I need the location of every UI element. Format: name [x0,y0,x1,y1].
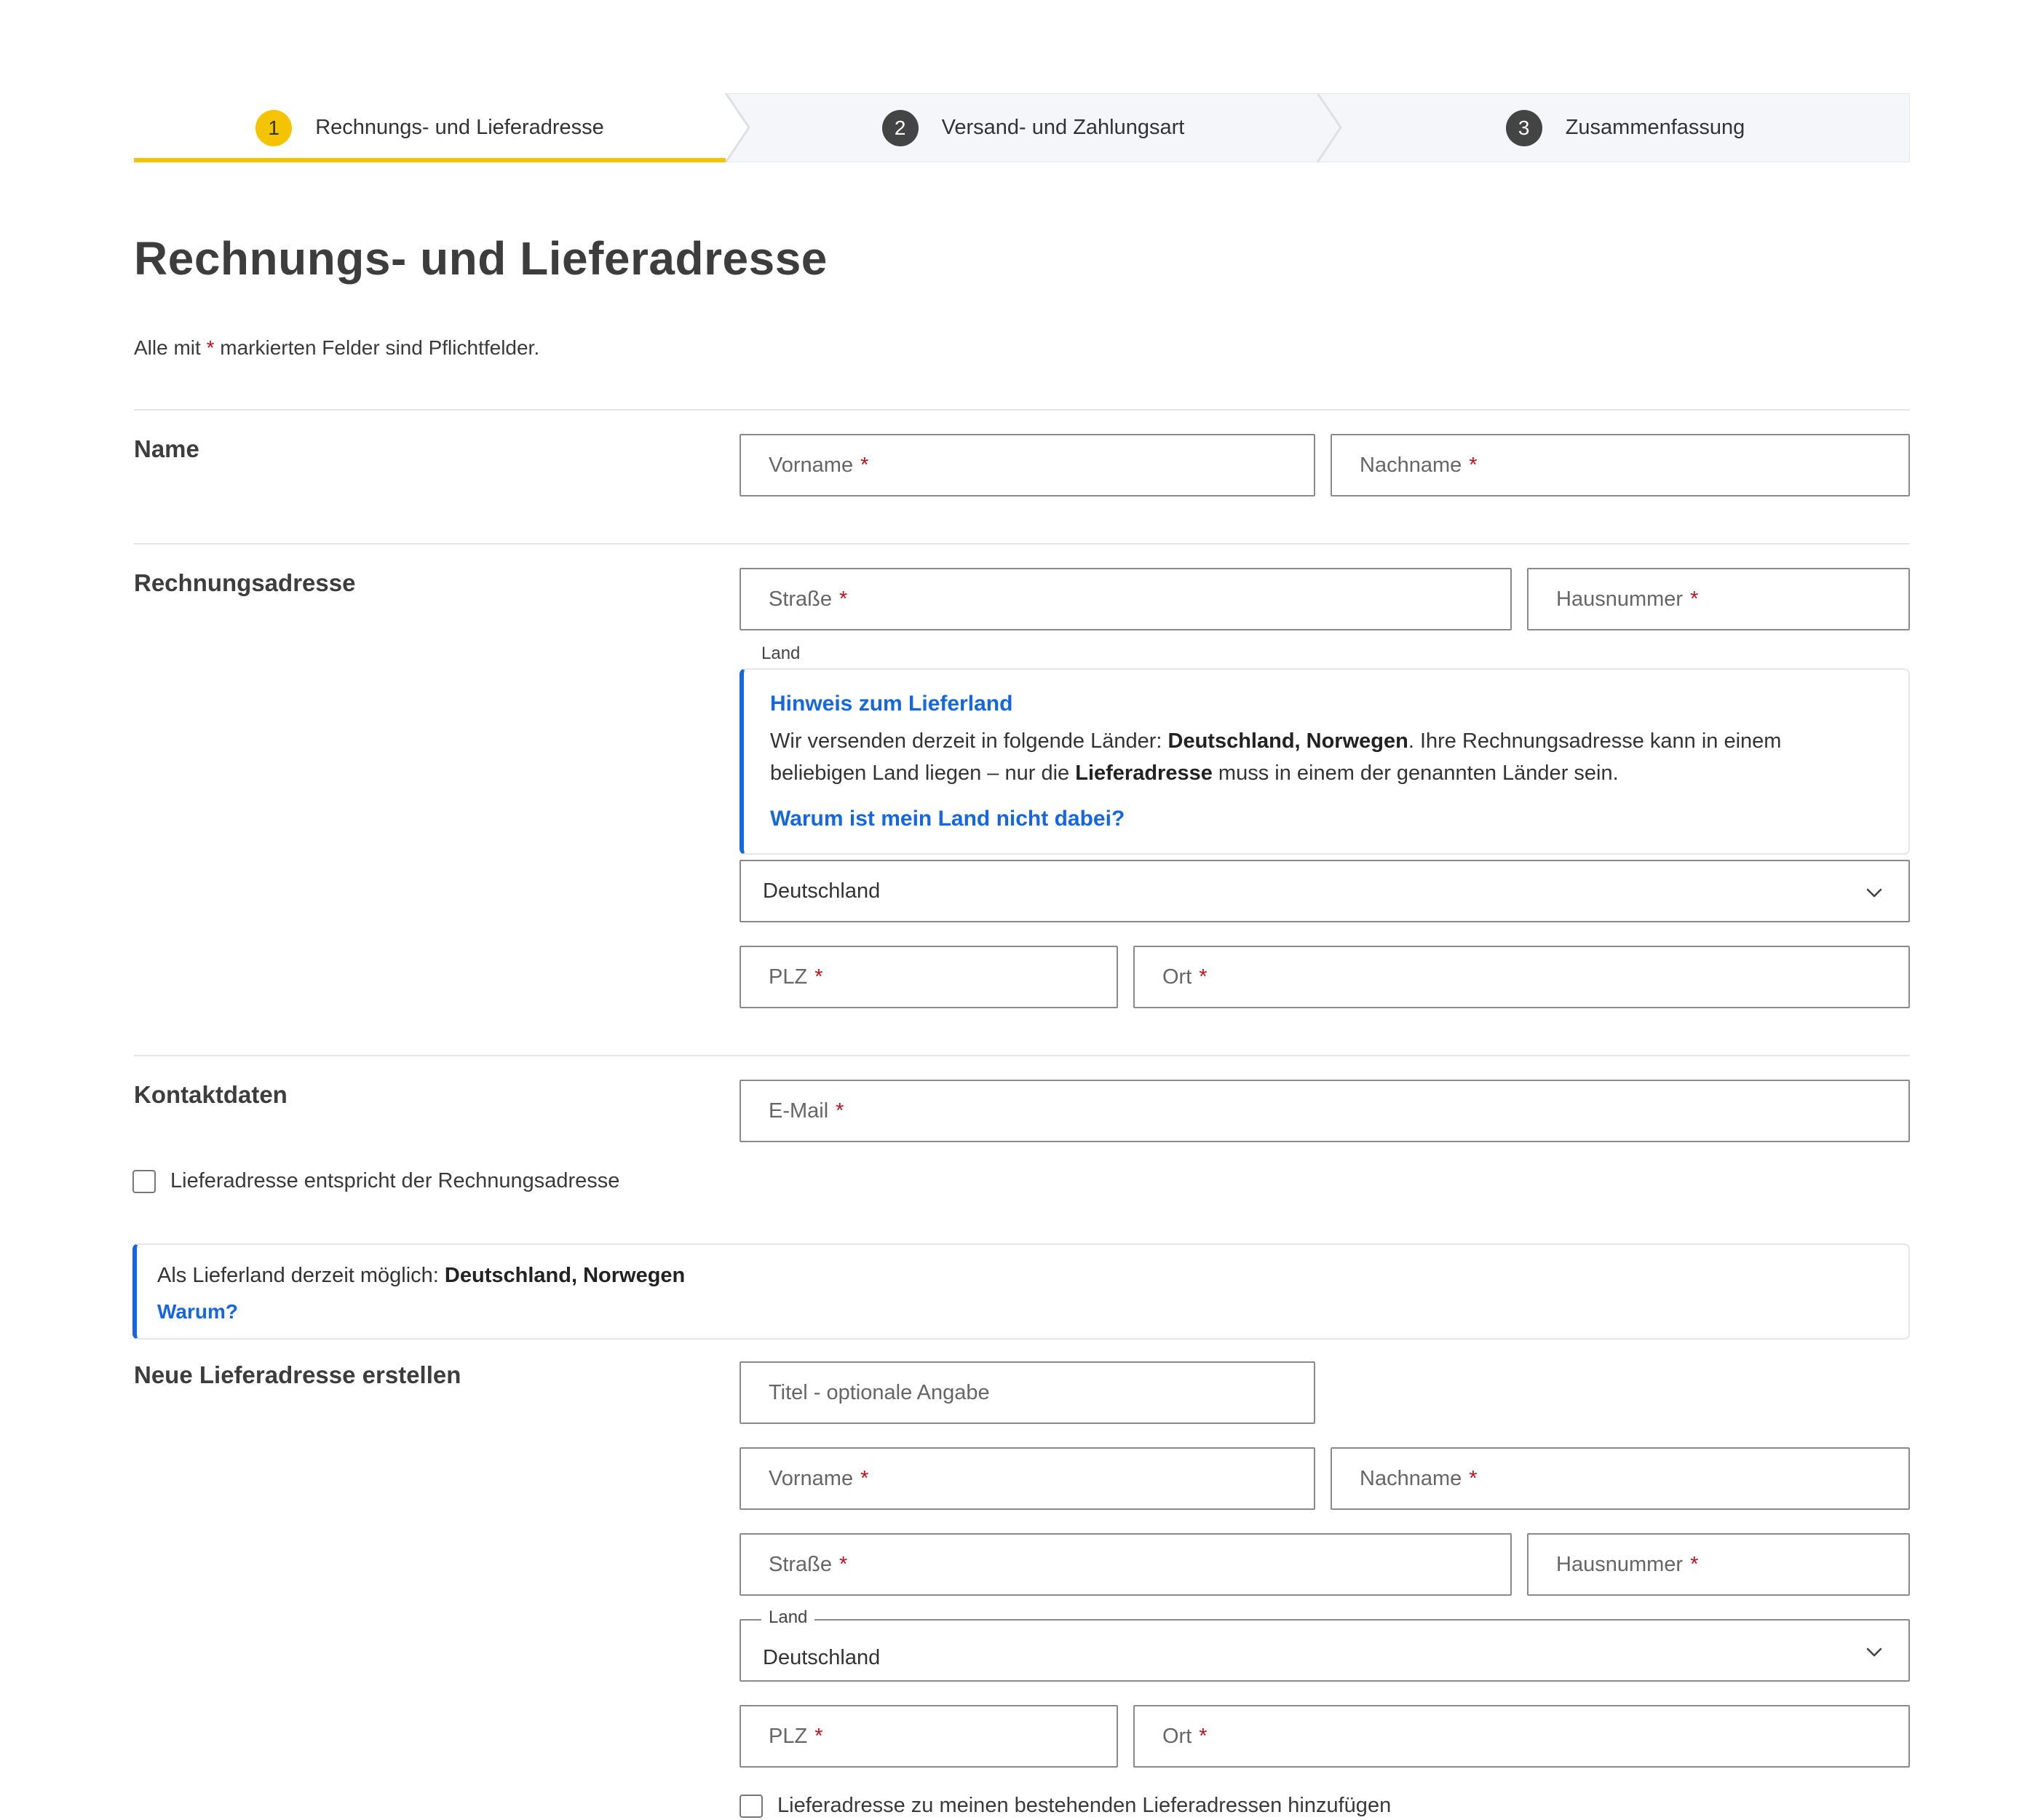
section-label-new-delivery-address: Neue Lieferadresse erstellen [134,1361,461,1388]
step-number-2: 2 [881,109,919,146]
notice-delivery-address: Lieferadresse [1075,761,1213,785]
required-star: * [839,1552,848,1576]
same-address-checkbox-label: Lieferadresse entspricht der Rechnungsad… [170,1169,620,1192]
same-address-checkbox-row[interactable]: Lieferadresse entspricht der Rechnungsad… [132,1169,619,1193]
billing-country-select[interactable]: Deutschland [740,860,1910,922]
required-star: * [1199,965,1208,989]
field-placeholder: Ort [1162,965,1192,989]
divider [134,409,1910,411]
required-star: * [814,965,823,989]
delivery-title-field[interactable]: Titel - optionale Angabe [740,1361,1315,1424]
billing-street-field[interactable]: Straße * [740,568,1512,630]
step-number-1: 1 [255,109,293,146]
required-star: * [860,1466,869,1490]
email-field[interactable]: E-Mail * [740,1080,1910,1142]
select-value: Deutschland [763,1645,881,1669]
why-country-missing-link[interactable]: Warum ist mein Land nicht dabei? [770,807,1125,831]
chevron-down-icon [1866,1647,1882,1657]
delivery-notice-countries: Deutschland, Norwegen [444,1264,686,1287]
billing-city-field[interactable]: Ort * [1133,946,1910,1008]
field-placeholder: Nachname [1360,453,1462,477]
divider [134,543,1910,545]
divider [134,1055,1910,1056]
field-placeholder: Hausnummer [1556,1552,1684,1576]
delivery-country-label: Land [761,1607,815,1628]
delivery-notice-text: Als Lieferland derzeit möglich: Deutschl… [157,1259,685,1291]
required-note-prefix: Alle mit [134,336,201,359]
delivery-notice-text-part: Als Lieferland derzeit möglich: [157,1264,439,1287]
why-link[interactable]: Warum? [157,1300,238,1324]
section-label-billing-address: Rechnungsadresse [134,569,356,596]
required-star: * [1469,453,1478,477]
step-number-3: 3 [1505,109,1542,146]
required-star: * [836,1099,844,1123]
field-placeholder: PLZ [769,1724,808,1748]
required-note-suffix: markierten Felder sind Pflichtfelder. [220,336,540,359]
notice-countries: Deutschland, Norwegen [1167,729,1408,753]
page-title: Rechnungs- und Lieferadresse [134,232,828,285]
add-delivery-address-checkbox-row[interactable]: Lieferadresse zu meinen bestehenden Lief… [740,1794,1391,1818]
field-placeholder: Hausnummer [1556,587,1684,611]
required-fields-note: Alle mit * markierten Felder sind Pflich… [134,336,539,360]
delivery-street-field[interactable]: Straße * [740,1533,1512,1596]
same-address-checkbox[interactable] [132,1169,156,1193]
field-placeholder: E-Mail [769,1099,829,1123]
required-star: * [1690,1552,1699,1576]
billing-country-label: Land [761,644,801,663]
delivery-zip-field[interactable]: PLZ * [740,1705,1118,1768]
required-star: * [839,587,848,611]
field-placeholder: Straße [769,587,833,611]
first-name-field[interactable]: Vorname * [740,434,1315,496]
required-star: * [1469,1466,1478,1490]
field-placeholder: Titel - optionale Angabe [769,1380,990,1404]
delivery-countries-notice: Als Lieferland derzeit möglich: Deutschl… [132,1243,1910,1340]
notice-text-part: . Ihre Rechnungsadresse kann in einem [1408,729,1782,753]
billing-house-number-field[interactable]: Hausnummer * [1527,568,1910,630]
delivery-first-name-field[interactable]: Vorname * [740,1447,1315,1510]
step-label: Zusammenfassung [1565,116,1745,139]
billing-zip-field[interactable]: PLZ * [740,946,1118,1008]
field-placeholder: Nachname [1360,1466,1462,1490]
step-summary[interactable]: 3 Zusammenfassung [1341,93,1910,162]
field-placeholder: Ort [1162,1724,1192,1748]
select-value: Deutschland [763,879,881,903]
required-star: * [1690,587,1699,611]
field-placeholder: Straße [769,1552,833,1576]
add-delivery-address-checkbox[interactable] [740,1794,763,1818]
section-label-contact: Kontaktdaten [134,1081,288,1108]
notice-text: Wir versenden derzeit in folgende Länder… [770,725,1891,789]
section-label-name: Name [134,435,199,462]
notice-title: Hinweis zum Lieferland [770,692,1013,716]
notice-text-part: Wir versenden derzeit in folgende Länder… [770,729,1162,753]
field-placeholder: Vorname [769,1466,854,1490]
chevron-down-icon [1866,888,1882,898]
field-placeholder: PLZ [769,965,808,989]
step-billing-delivery-address[interactable]: 1 Rechnungs- und Lieferadresse [134,93,726,162]
required-star: * [814,1724,823,1748]
required-star: * [206,336,215,359]
step-shipping-payment[interactable]: 2 Versand- und Zahlungsart [749,93,1317,162]
delivery-last-name-field[interactable]: Nachname * [1331,1447,1910,1510]
notice-text-part: beliebigen Land liegen – nur die [770,761,1070,785]
last-name-field[interactable]: Nachname * [1331,434,1910,496]
delivery-country-info-box: Hinweis zum Lieferland Wir versenden der… [740,668,1910,855]
required-star: * [1199,1724,1208,1748]
checkout-stepper: 1 Rechnungs- und Lieferadresse 2 Versand… [134,93,1910,162]
step-label: Versand- und Zahlungsart [941,116,1185,139]
delivery-city-field[interactable]: Ort * [1133,1705,1910,1768]
step-label: Rechnungs- und Lieferadresse [315,116,604,139]
field-placeholder: Vorname [769,453,854,477]
notice-text-part: muss in einem der genannten Länder sein. [1218,761,1619,785]
delivery-country-select[interactable]: Deutschland [740,1619,1910,1682]
add-delivery-address-checkbox-label: Lieferadresse zu meinen bestehenden Lief… [777,1794,1392,1817]
delivery-house-number-field[interactable]: Hausnummer * [1527,1533,1910,1596]
required-star: * [860,453,869,477]
